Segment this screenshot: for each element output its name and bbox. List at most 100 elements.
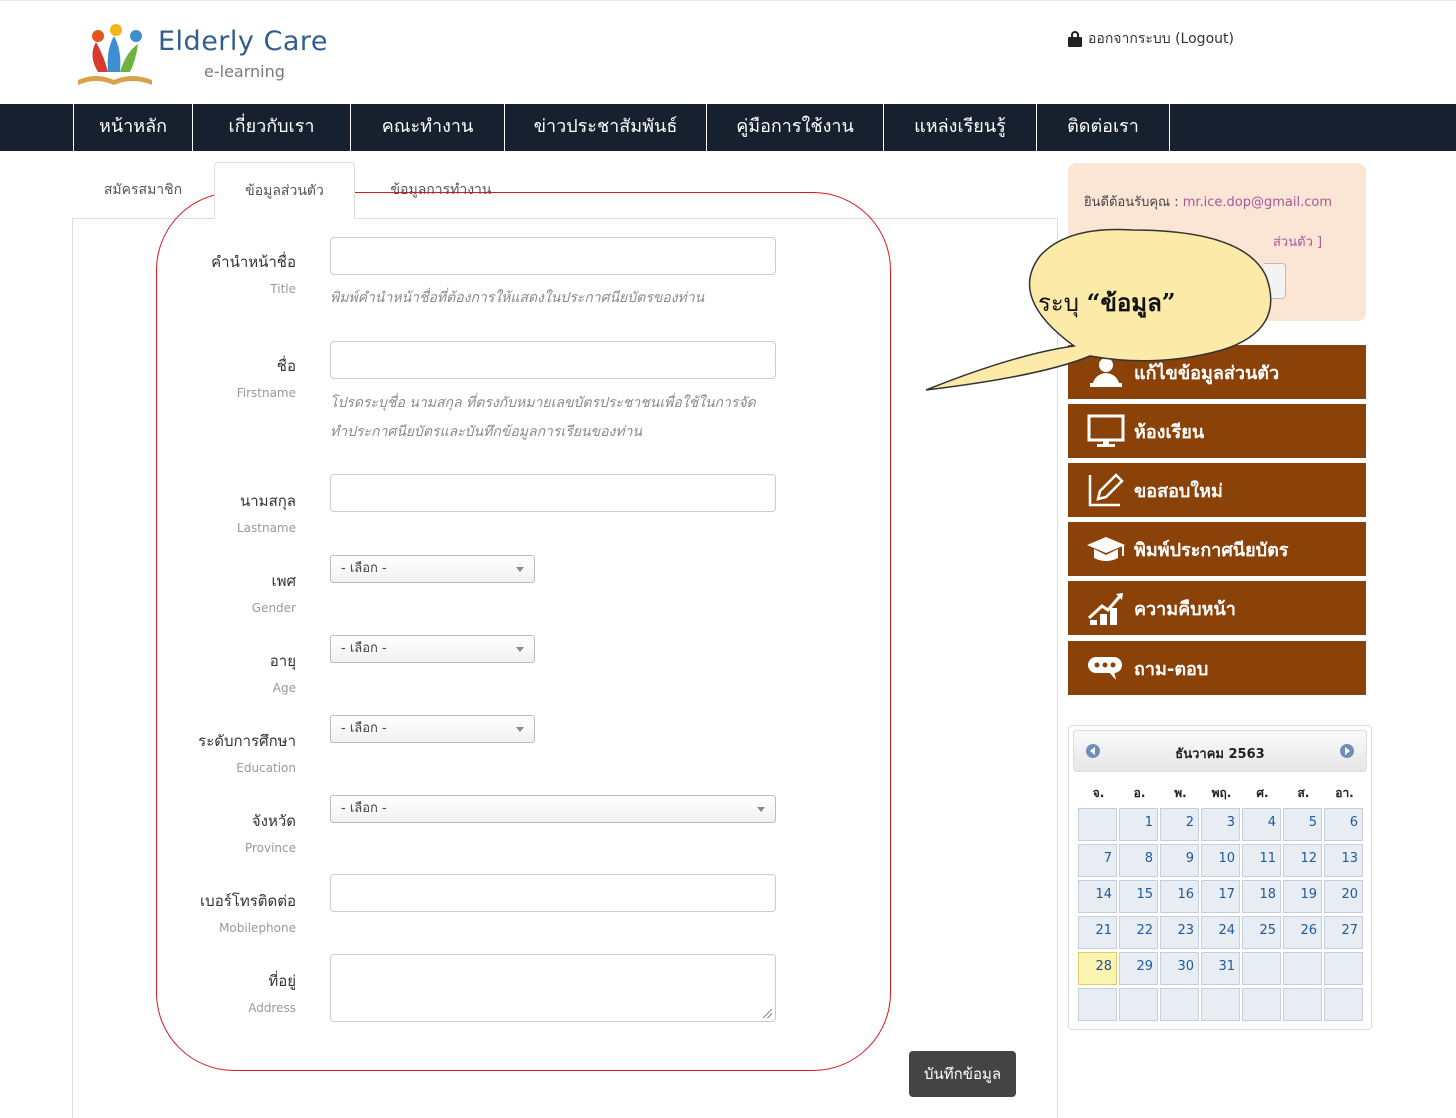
calendar-empty-cell <box>1324 952 1363 985</box>
calendar-empty-cell <box>1119 988 1158 1021</box>
calendar-next-icon[interactable] <box>1340 744 1354 758</box>
gender-label: เพศ Gender <box>251 572 296 615</box>
menu-retest[interactable]: ขอสอบใหม่ <box>1068 463 1366 517</box>
age-select[interactable]: - เลือก - <box>330 635 535 663</box>
calendar-empty-cell <box>1242 988 1281 1021</box>
welcome-button[interactable] <box>1264 263 1286 299</box>
calendar-day[interactable]: 6 <box>1324 808 1363 841</box>
user-edit-icon <box>1082 352 1130 392</box>
calendar-day[interactable]: 29 <box>1119 952 1158 985</box>
calendar-day[interactable]: 28 <box>1078 952 1117 985</box>
weekday-label: ศ. <box>1256 786 1269 800</box>
calendar-week-row: 7 8 9 10 11 12 13 <box>1078 844 1365 880</box>
calendar-day[interactable]: 31 <box>1201 952 1240 985</box>
calendar-week-row: 21 22 23 24 25 26 27 <box>1078 916 1365 952</box>
chevron-down-icon <box>757 807 765 812</box>
calendar-day[interactable]: 7 <box>1078 844 1117 877</box>
calendar-week-row: 28 29 30 31 <box>1078 952 1365 988</box>
calendar-day[interactable]: 4 <box>1242 808 1281 841</box>
gender-select[interactable]: - เลือก - <box>330 555 535 583</box>
nav-item-team[interactable]: คณะทำงาน <box>351 104 505 151</box>
calendar-day[interactable]: 12 <box>1283 844 1322 877</box>
nav-item-about[interactable]: เกี่ยวกับเรา <box>193 104 351 151</box>
logout-label: ออกจากระบบ (Logout) <box>1088 31 1234 47</box>
calendar-title: ธันวาคม 2563 <box>1175 747 1265 762</box>
calendar-empty-cell <box>1324 988 1363 1021</box>
calendar-day[interactable]: 1 <box>1119 808 1158 841</box>
calendar-day[interactable]: 17 <box>1201 880 1240 913</box>
menu-label: พิมพ์ประกาศนียบัตร <box>1134 539 1289 561</box>
site-logo[interactable]: Elderly Care e-learning <box>74 18 344 90</box>
menu-qa[interactable]: ถาม-ตอบ <box>1068 641 1366 695</box>
calendar-day[interactable]: 9 <box>1160 844 1199 877</box>
address-label: ที่อยู่ Address <box>248 972 296 1015</box>
calendar-day[interactable]: 16 <box>1160 880 1199 913</box>
nav-item-manual[interactable]: คู่มือการใช้งาน <box>707 104 884 151</box>
nav-item-resources[interactable]: แหล่งเรียนรู้ <box>884 104 1037 151</box>
weekday-label: พฤ. <box>1211 786 1232 800</box>
calendar-day[interactable]: 11 <box>1242 844 1281 877</box>
province-select[interactable]: - เลือก - <box>330 795 776 823</box>
calendar-weekdays: จ. อ. พ. พฤ. ศ. ส. อา. <box>1078 784 1365 808</box>
tab-work-info[interactable]: ข้อมูลการทำงาน <box>363 162 519 219</box>
lastname-input[interactable] <box>330 474 776 512</box>
calendar-day[interactable]: 25 <box>1242 916 1281 949</box>
nav-item-news[interactable]: ข่าวประชาสัมพันธ์ <box>505 104 707 151</box>
weekday-label: ส. <box>1297 786 1310 800</box>
calendar-day[interactable]: 22 <box>1119 916 1158 949</box>
nav-item-home[interactable]: หน้าหลัก <box>74 104 193 151</box>
calendar-day[interactable]: 19 <box>1283 880 1322 913</box>
calendar-empty-cell <box>1201 988 1240 1021</box>
menu-edit-profile[interactable]: แก้ไขข้อมูลส่วนตัว <box>1068 345 1366 399</box>
calendar-week-row: 14 15 16 17 18 19 20 <box>1078 880 1365 916</box>
top-border <box>0 0 1456 5</box>
logout-link[interactable]: ออกจากระบบ (Logout) <box>1068 28 1234 50</box>
calendar-day[interactable]: 14 <box>1078 880 1117 913</box>
menu-label: แก้ไขข้อมูลส่วนตัว <box>1134 362 1280 384</box>
title-input[interactable] <box>330 237 776 275</box>
calendar-day[interactable]: 18 <box>1242 880 1281 913</box>
calendar-day[interactable]: 8 <box>1119 844 1158 877</box>
chat-icon <box>1082 648 1130 688</box>
mobilephone-label: เบอร์โทรติดต่อ Mobilephone <box>200 892 296 935</box>
calendar-day[interactable]: 24 <box>1201 916 1240 949</box>
education-select[interactable]: - เลือก - <box>330 715 535 743</box>
calendar-day[interactable]: 23 <box>1160 916 1199 949</box>
calendar-day[interactable]: 15 <box>1119 880 1158 913</box>
calendar-day[interactable]: 10 <box>1201 844 1240 877</box>
calendar-day[interactable]: 3 <box>1201 808 1240 841</box>
tab-personal-info[interactable]: ข้อมูลส่วนตัว <box>214 162 355 219</box>
menu-progress[interactable]: ความคืบหน้า <box>1068 581 1366 635</box>
chevron-down-icon <box>516 647 524 652</box>
nav-item-contact[interactable]: ติดต่อเรา <box>1037 104 1170 151</box>
address-textarea[interactable] <box>330 954 776 1022</box>
lock-icon <box>1068 31 1082 47</box>
firstname-input[interactable] <box>330 341 776 379</box>
calendar-day[interactable]: 5 <box>1283 808 1322 841</box>
welcome-email: mr.ice.dop@gmail.com <box>1182 195 1333 210</box>
province-label: จังหวัด Province <box>244 812 296 855</box>
menu-label: ถาม-ตอบ <box>1134 658 1209 680</box>
profile-link[interactable]: ส่วนตัว ] <box>1273 231 1322 252</box>
calendar-week-row <box>1078 988 1365 1024</box>
progress-chart-icon <box>1082 588 1130 628</box>
calendar-day[interactable]: 2 <box>1160 808 1199 841</box>
tab-register[interactable]: สมัครสมาชิก <box>80 162 206 219</box>
logo-title: Elderly Care <box>158 26 328 57</box>
menu-label: ความคืบหน้า <box>1134 598 1236 620</box>
calendar-day[interactable]: 27 <box>1324 916 1363 949</box>
resize-handle-icon[interactable] <box>763 1009 772 1018</box>
calendar-day[interactable]: 26 <box>1283 916 1322 949</box>
save-button[interactable]: บันทึกข้อมูล <box>909 1051 1016 1097</box>
calendar-week-row: 123456 <box>1078 808 1365 844</box>
calendar-day[interactable]: 20 <box>1324 880 1363 913</box>
mobilephone-input[interactable] <box>330 874 776 912</box>
menu-classroom[interactable]: ห้องเรียน <box>1068 404 1366 458</box>
menu-certificate[interactable]: พิมพ์ประกาศนียบัตร <box>1068 522 1366 576</box>
calendar-day[interactable]: 21 <box>1078 916 1117 949</box>
calendar-day[interactable]: 13 <box>1324 844 1363 877</box>
calendar-day[interactable]: 30 <box>1160 952 1199 985</box>
welcome-text: ยินดีต้อนรับคุณ : mr.ice.dop@gmail.com <box>1084 195 1333 210</box>
calendar-widget: ธันวาคม 2563 จ. อ. พ. พฤ. ศ. ส. อา. 1234… <box>1068 725 1372 1030</box>
calendar-header: ธันวาคม 2563 <box>1073 730 1367 772</box>
